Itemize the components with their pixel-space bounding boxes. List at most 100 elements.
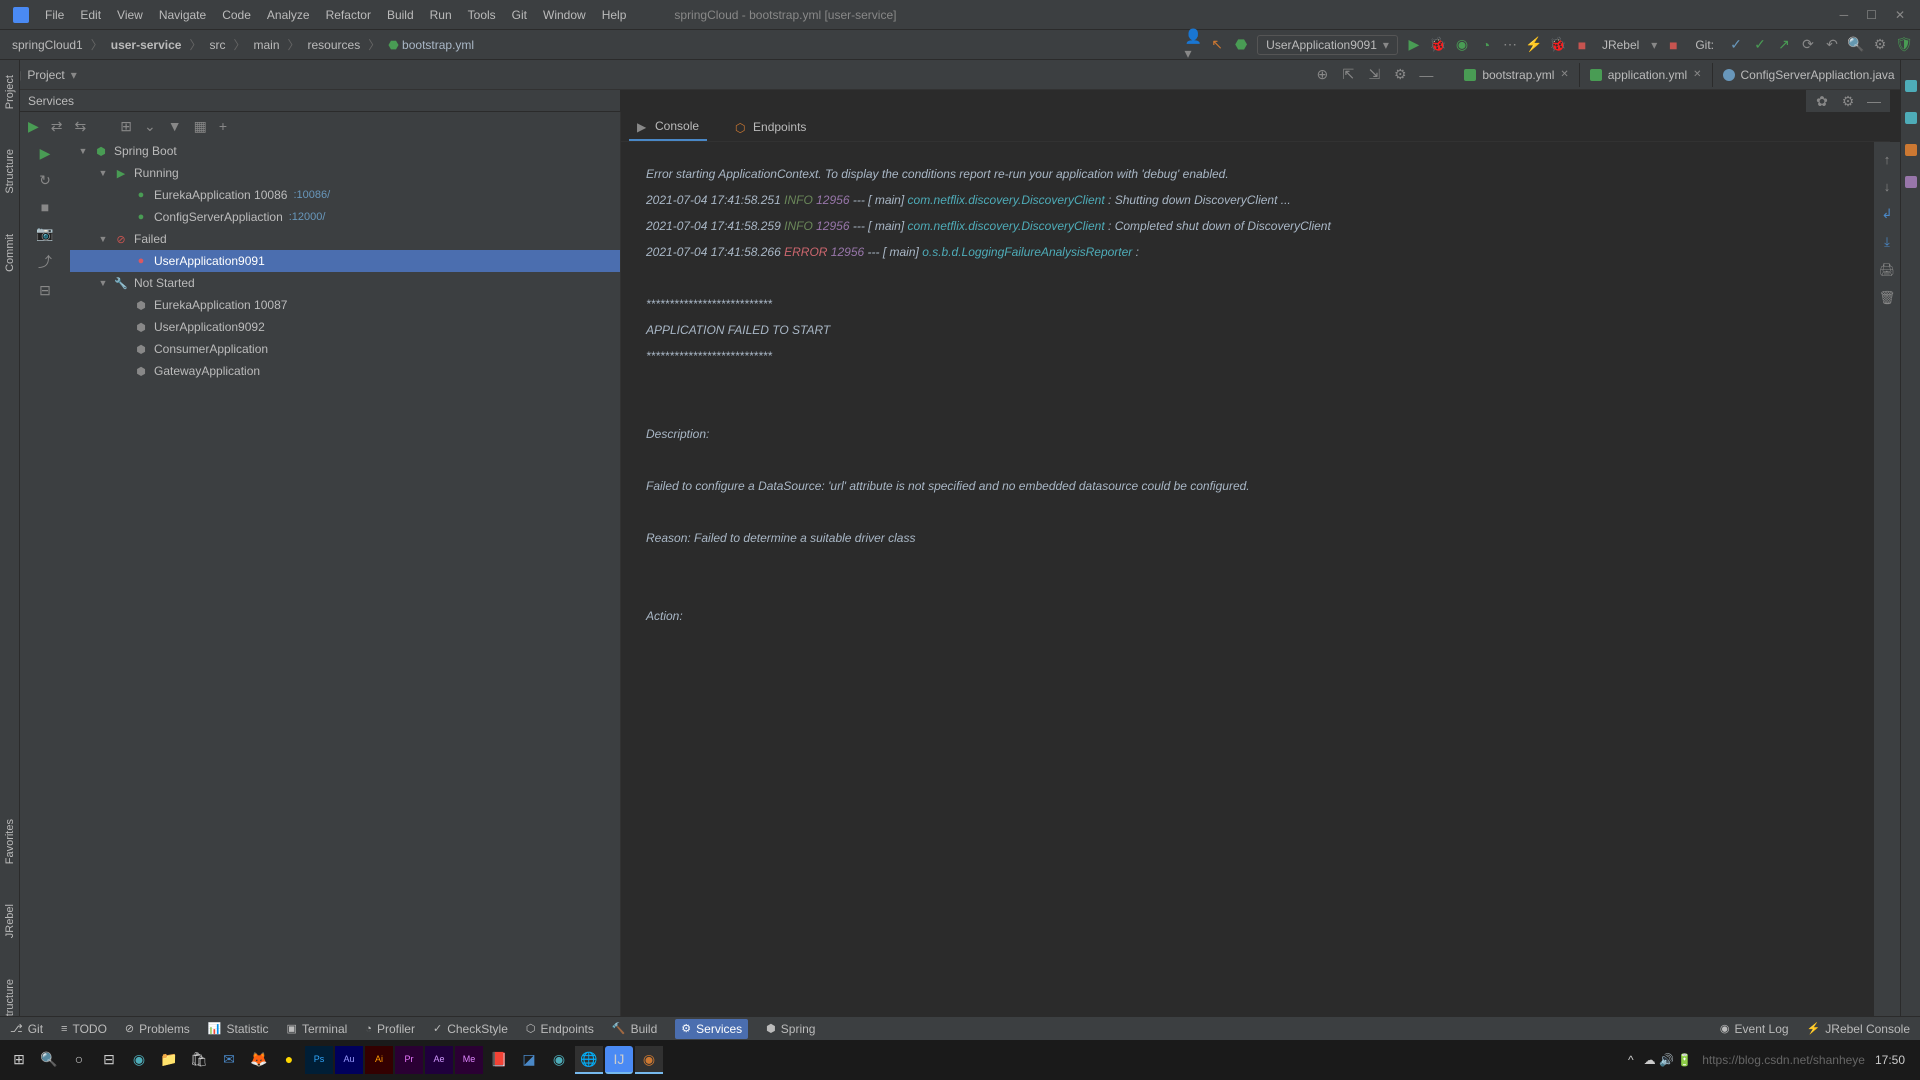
maximize-icon[interactable]: ☐	[1866, 8, 1877, 22]
ant-icon[interactable]	[1905, 144, 1917, 156]
tree-item[interactable]: ● ConfigServerAppliaction :12000/	[70, 206, 620, 228]
locate-icon[interactable]: ⊕	[1314, 67, 1330, 83]
menu-git[interactable]: Git	[504, 4, 535, 26]
tree-item[interactable]: ⬢ EurekaApplication 10087	[70, 294, 620, 316]
intellij-icon[interactable]: IJ	[605, 1046, 633, 1074]
breadcrumb-item[interactable]: src	[205, 36, 229, 54]
clock[interactable]: 17:50	[1875, 1053, 1905, 1067]
profile-icon[interactable]: ◔	[1478, 37, 1494, 53]
leaf-icon[interactable]: ⬣	[1233, 37, 1249, 53]
coverage-icon[interactable]: ◉	[1454, 37, 1470, 53]
search-icon[interactable]: 🔍	[1848, 37, 1864, 53]
close-tab-icon[interactable]: ✕	[1560, 69, 1568, 80]
menu-help[interactable]: Help	[594, 4, 635, 26]
camera-icon[interactable]: 📷	[36, 225, 53, 242]
exit-icon[interactable]: ⤴	[38, 252, 52, 272]
layout-gutter-icon[interactable]: ⊟	[39, 282, 51, 299]
git-push-icon[interactable]: ↗	[1776, 37, 1792, 53]
thread-icon[interactable]: ⇄	[51, 118, 63, 135]
tab-structure[interactable]: Structure	[2, 144, 18, 199]
edge-icon[interactable]: ◉	[125, 1046, 153, 1074]
cortana-icon[interactable]: ○	[65, 1046, 93, 1074]
explorer-icon[interactable]: 📁	[155, 1046, 183, 1074]
jrebel-run-icon[interactable]: ⚡	[1526, 37, 1542, 53]
git-rollback-icon[interactable]: ↶	[1824, 37, 1840, 53]
footer-spring[interactable]: ⬢ Spring	[766, 1022, 815, 1036]
breadcrumb-item[interactable]: user-service	[107, 36, 186, 54]
expand-icon[interactable]: ⇱	[1340, 67, 1356, 83]
print-icon[interactable]: 🖨	[1879, 262, 1896, 278]
chrome-icon[interactable]: 🌐	[575, 1046, 603, 1074]
tree-item[interactable]: ⬢ GatewayApplication	[70, 360, 620, 382]
tray-chevron-icon[interactable]: ^	[1628, 1053, 1634, 1067]
tab-project[interactable]: Project	[2, 70, 18, 114]
thread2-icon[interactable]: ⇆	[75, 118, 87, 135]
footer-todo[interactable]: ≡ TODO	[61, 1022, 107, 1036]
app-icon-3[interactable]: ◉	[545, 1046, 573, 1074]
run-icon[interactable]: ▶	[1406, 37, 1422, 53]
editor-tab[interactable]: ConfigServerAppliaction.java ✕	[1713, 63, 1920, 87]
app-icon-2[interactable]: ◪	[515, 1046, 543, 1074]
add-config-icon[interactable]: 👤▾	[1185, 37, 1201, 53]
tab-endpoints[interactable]: ⬡ Endpoints	[727, 114, 814, 140]
footer-eventlog[interactable]: ◉ Event Log	[1720, 1022, 1789, 1036]
rerun-icon[interactable]: ↻	[39, 172, 51, 189]
clear-icon[interactable]: 🗑	[1879, 290, 1896, 306]
run-gutter-icon[interactable]: ▶	[40, 145, 51, 162]
menu-code[interactable]: Code	[214, 4, 259, 26]
me-icon[interactable]: Me	[455, 1046, 483, 1074]
tree-item[interactable]: ● EurekaApplication 10086 :10086/	[70, 184, 620, 206]
tree-item-selected[interactable]: ● UserApplication9091	[70, 250, 620, 272]
footer-services[interactable]: ⚙ Services	[675, 1019, 748, 1039]
au-icon[interactable]: Au	[335, 1046, 363, 1074]
tree-item[interactable]: ⬢ UserApplication9092	[70, 316, 620, 338]
menu-view[interactable]: View	[109, 4, 151, 26]
shield-icon[interactable]: 🛡	[1896, 37, 1912, 53]
footer-terminal[interactable]: ▣ Terminal	[287, 1022, 348, 1036]
firefox-icon[interactable]: 🦊	[245, 1046, 273, 1074]
search-taskbar-icon[interactable]: 🔍	[35, 1046, 63, 1074]
close-tab-icon[interactable]: ✕	[1693, 69, 1701, 80]
footer-checkstyle[interactable]: ✓ CheckStyle	[433, 1022, 508, 1036]
layout-icon[interactable]: ⊞	[120, 118, 132, 135]
tree-group-failed[interactable]: ▼⊘ Failed	[70, 228, 620, 250]
tree-root[interactable]: ▼⬢ Spring Boot	[70, 140, 620, 162]
tab-favorites[interactable]: Favorites	[2, 814, 18, 869]
minimize-icon[interactable]: ─	[1840, 8, 1849, 22]
tab-commit[interactable]: Commit	[2, 229, 18, 277]
menu-build[interactable]: Build	[379, 4, 422, 26]
filter-icon[interactable]: ▼	[168, 118, 182, 134]
group-icon[interactable]: ▦	[194, 118, 207, 135]
ai-icon[interactable]: Ai	[365, 1046, 393, 1074]
breadcrumb-item[interactable]: springCloud1	[8, 36, 87, 54]
tray-icons[interactable]: ☁ 🔊 🔋	[1644, 1053, 1693, 1067]
services-settings-icon[interactable]: ✿	[1814, 93, 1830, 109]
git-pull-icon[interactable]: ✓	[1728, 37, 1744, 53]
breadcrumb-item[interactable]: main	[249, 36, 283, 54]
pdf-icon[interactable]: 📕	[485, 1046, 513, 1074]
menu-analyze[interactable]: Analyze	[259, 4, 318, 26]
tab-console[interactable]: ▶ Console	[629, 113, 707, 141]
tree-group-running[interactable]: ▼▶ Running	[70, 162, 620, 184]
maven-icon[interactable]	[1905, 112, 1917, 124]
ps-icon[interactable]: Ps	[305, 1046, 333, 1074]
menu-tools[interactable]: Tools	[460, 4, 504, 26]
attach-icon[interactable]: ⋯	[1502, 37, 1518, 53]
tree-item[interactable]: ⬢ ConsumerApplication	[70, 338, 620, 360]
footer-jrebel[interactable]: ⚡ JRebel Console	[1807, 1022, 1910, 1036]
menu-run[interactable]: Run	[422, 4, 460, 26]
stop-all-icon[interactable]: ■	[1665, 37, 1681, 53]
expand-all-icon[interactable]: ⌄	[144, 118, 156, 135]
collapse-icon[interactable]: ⇲	[1366, 67, 1382, 83]
editor-tab[interactable]: bootstrap.yml ✕	[1454, 63, 1579, 87]
scroll-up-icon[interactable]: ↑	[1884, 152, 1891, 167]
pr-icon[interactable]: Pr	[395, 1046, 423, 1074]
db-icon[interactable]	[1905, 80, 1917, 92]
footer-problems[interactable]: ⊘ Problems	[125, 1022, 190, 1036]
git-history-icon[interactable]: ⟳	[1800, 37, 1816, 53]
tab-jrebel[interactable]: JRebel	[2, 899, 18, 943]
stop-icon[interactable]: ■	[1574, 37, 1590, 53]
scroll-down-icon[interactable]: ↓	[1884, 179, 1891, 194]
build-icon[interactable]: ↖	[1209, 37, 1225, 53]
ae-icon[interactable]: Ae	[425, 1046, 453, 1074]
